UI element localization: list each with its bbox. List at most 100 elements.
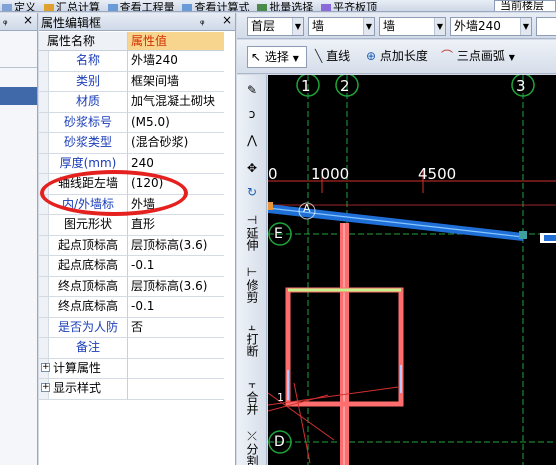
floor-select[interactable]: 首层 ▼	[247, 17, 304, 36]
property-value[interactable]: (M5.0)	[128, 113, 224, 133]
dim-4500-label: 4500	[418, 165, 457, 183]
property-name: 终点底标高	[49, 297, 128, 318]
axis-label-2: 2	[340, 77, 350, 95]
property-value[interactable]: (120)	[128, 174, 224, 195]
panel-title: 属性编辑框	[41, 16, 102, 30]
merge-button[interactable]: ⫟ 合并	[241, 377, 263, 415]
arc-button[interactable]: ⌒ 三点画弧 ▼	[441, 46, 523, 68]
property-value[interactable]: (混合砂浆)	[128, 133, 224, 154]
property-row[interactable]: 备注	[39, 338, 224, 359]
break-button[interactable]: ⫠ 打断	[241, 319, 263, 357]
extend-button[interactable]: ⊣ 延伸	[241, 213, 263, 251]
view-formula-button[interactable]: 查看计算式	[180, 2, 251, 11]
property-row[interactable]: 起点顶标高 层顶标高(3.6)	[39, 235, 224, 256]
point-label-a: A	[303, 202, 311, 215]
more-icon[interactable]	[536, 17, 556, 36]
left-tree-panel: ᵩ ×	[0, 13, 38, 465]
property-name: 类别	[49, 71, 128, 92]
component-selector-bar: 首层 ▼ 墙 ▼ 墙 ▼ 外墙240 ▼	[237, 13, 556, 39]
mirror-icon[interactable]: ⋀	[241, 133, 263, 147]
property-value[interactable]: 否	[128, 318, 224, 338]
pin-icon[interactable]: ᵩ	[200, 14, 205, 27]
property-row[interactable]: 终点底标高 -0.1	[39, 297, 224, 318]
split-icon: ⤫	[247, 429, 257, 443]
property-value[interactable]: 外墙240	[128, 51, 224, 72]
property-row[interactable]: 终点顶标高 层顶标高(3.6)	[39, 276, 224, 297]
pin-icon[interactable]: ᵩ	[3, 14, 8, 27]
property-row[interactable]: 砂浆标号 (M5.0)	[39, 112, 224, 133]
property-value[interactable]: 层顶标高(3.6)	[128, 236, 224, 256]
group-row-calc[interactable]: + 计算属性	[39, 358, 224, 379]
property-row[interactable]: 名称 外墙240	[39, 51, 224, 72]
property-row[interactable]: 砂浆类型 (混合砂浆)	[39, 133, 224, 154]
property-value[interactable]: -0.1	[128, 256, 224, 277]
property-value[interactable]: 框架间墙	[128, 72, 224, 92]
property-value[interactable]: 外墙	[128, 195, 224, 215]
dropdown-arrow-icon: ▼	[363, 18, 374, 35]
property-name: 是否为人防	[49, 317, 128, 338]
property-value[interactable]: 加气混凝土砌块	[128, 92, 224, 113]
property-name: 起点底标高	[49, 256, 128, 277]
col-name-header: 属性名称	[39, 32, 128, 51]
property-row[interactable]: 图元形状 直形	[39, 215, 224, 236]
trim-icon: ⊢	[246, 265, 258, 279]
property-row[interactable]: 是否为人防否	[39, 317, 224, 338]
select-button[interactable]: ↖ 选择 ▼	[247, 46, 307, 68]
current-floor-tab[interactable]: 当前楼层	[494, 0, 556, 11]
cad-drawing	[268, 75, 556, 465]
row-label-e: E	[274, 226, 283, 242]
expand-icon[interactable]: +	[41, 383, 50, 392]
property-name: 内/外墙标	[49, 194, 128, 215]
category-select[interactable]: 墙 ▼	[308, 17, 375, 36]
close-icon[interactable]: ×	[222, 13, 232, 27]
cursor-icon: ↖	[251, 50, 262, 64]
property-value[interactable]: -0.1	[128, 297, 224, 318]
property-row[interactable]: 厚度(mm) 240	[39, 153, 224, 174]
line-button[interactable]: ╲ 直线	[315, 46, 365, 68]
drawing-canvas[interactable]: 1 2 3 E D 0 1000 4500 A 1	[268, 75, 556, 465]
selected-tree-item[interactable]	[0, 87, 37, 105]
element-select[interactable]: 外墙240 ▼	[450, 17, 532, 36]
property-row[interactable]: 材质 加气混凝土砌块	[39, 92, 224, 113]
break-icon: ⫠	[248, 319, 256, 333]
property-value[interactable]	[128, 338, 224, 359]
trim-button[interactable]: ⊢ 修剪	[241, 265, 263, 303]
define-button[interactable]: 定义	[0, 2, 38, 11]
dropdown-arrow-icon: ▼	[434, 18, 445, 35]
dropdown-arrow-icon: ▼	[292, 18, 303, 35]
group-label: 计算属性	[49, 358, 128, 379]
left-panel-header: ᵩ ×	[0, 13, 37, 31]
group-row-display[interactable]: + 显示样式	[39, 379, 224, 400]
row-label-d: D	[274, 434, 285, 450]
arc-icon: ⌒	[441, 49, 454, 63]
property-row[interactable]: 内/外墙标 外墙	[39, 194, 224, 215]
property-value[interactable]: 240	[128, 154, 224, 174]
group-label: 显示样式	[49, 379, 128, 400]
view-quantity-button[interactable]: 查看工程量	[106, 2, 177, 11]
property-row[interactable]: 轴线距左墙 (120)	[39, 174, 224, 195]
align-slab-top-button[interactable]: 平齐板顶	[319, 2, 379, 11]
property-panel-header: 属性编辑框 ᵩ ×	[39, 13, 235, 31]
property-value[interactable]: 层顶标高(3.6)	[128, 277, 224, 297]
property-row[interactable]: 起点底标高 -0.1	[39, 256, 224, 277]
property-row[interactable]: 类别 框架间墙	[39, 71, 224, 92]
property-editor-panel: 属性编辑框 ᵩ × 属性名称 属性值 名称 外墙240 类别 框架间墙 材质 加气混凝…	[39, 13, 236, 465]
property-name: 轴线距左墙	[49, 174, 128, 195]
property-value[interactable]: 直形	[128, 215, 224, 236]
batch-select-button[interactable]: 批量选择	[255, 2, 315, 11]
summary-calc-button[interactable]: 汇总计算	[42, 2, 102, 11]
rotate-icon[interactable]: ↻	[241, 185, 263, 199]
offset-icon[interactable]: ↄ	[241, 107, 263, 121]
type-select[interactable]: 墙 ▼	[379, 17, 446, 36]
expand-icon[interactable]: +	[41, 362, 50, 372]
close-icon[interactable]: ×	[23, 13, 33, 27]
grid-header: 属性名称 属性值	[39, 32, 224, 51]
dim-1000-label: 1000	[311, 165, 350, 183]
pen-icon[interactable]: ✎	[241, 83, 263, 97]
top-toolbar: 定义 汇总计算 查看工程量 查看计算式 批量选择 平齐板顶 当前楼层	[0, 0, 556, 12]
point-label-1: 1	[277, 391, 284, 404]
split-button[interactable]: ⤫ 分割	[241, 429, 263, 465]
move-icon[interactable]: ✥	[241, 161, 263, 175]
point-length-button[interactable]: ⊕ 点加长度	[366, 46, 436, 68]
line-icon: ╲	[315, 49, 323, 63]
